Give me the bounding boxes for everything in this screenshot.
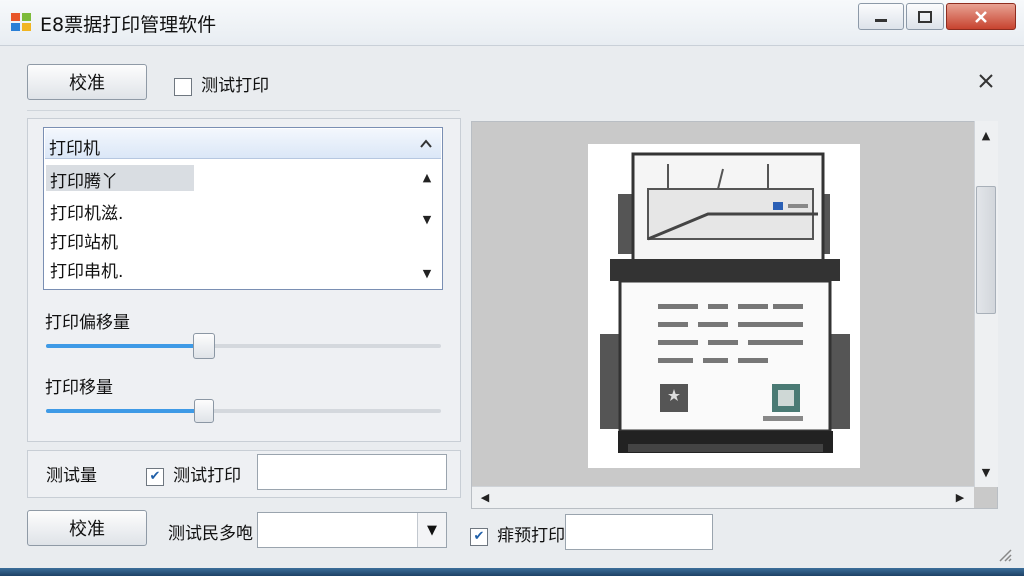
dismiss-button[interactable] [975, 70, 997, 92]
scroll-right-arrow-icon[interactable]: ▶ [951, 488, 969, 506]
maximize-icon [918, 10, 932, 23]
print-offset-label: 打印偏移量 [45, 313, 130, 333]
preview-horizontal-scrollbar[interactable] [472, 486, 974, 508]
close-window-button[interactable] [946, 3, 1016, 30]
scroll-down-arrow-icon[interactable]: ▼ [976, 463, 996, 481]
test-amount-label: 测试量 [46, 466, 97, 486]
scroll-up-arrow-icon[interactable]: ▲ [976, 126, 996, 144]
printer-list-item[interactable]: 打印机滋. [46, 197, 127, 226]
test-mode-combobox[interactable]: ▼ [257, 512, 447, 548]
calibrate-button-top[interactable]: 校准 [27, 64, 147, 100]
app-logo-icon [10, 11, 32, 33]
printer-preview-image [588, 144, 860, 468]
test-print-checkbox[interactable] [174, 77, 192, 96]
print-shift-slider-fill [46, 409, 204, 413]
printer-list-item[interactable]: 打印串机. [46, 255, 127, 284]
close-icon [979, 74, 993, 88]
vertical-scroll-thumb[interactable] [976, 186, 996, 314]
preview-print-checkbox[interactable]: ✔ [470, 527, 488, 546]
taskbar [0, 568, 1024, 576]
test-print-row-checkbox[interactable]: ✔ [146, 467, 164, 486]
test-print-row-toggle[interactable]: ✔ 测试打印 [146, 461, 241, 486]
print-offset-slider-track[interactable] [46, 344, 441, 348]
print-offset-slider-fill [46, 344, 204, 348]
minimize-button[interactable] [858, 3, 904, 30]
printer-list-header-label: 打印机 [49, 139, 100, 159]
scroll-down-arrow-icon[interactable]: ▼ [418, 264, 436, 282]
preview-print-label: 痱预打印 [497, 526, 566, 546]
test-print-label: 测试打印 [201, 76, 270, 96]
close-icon [975, 10, 987, 23]
printer-list-header[interactable]: 打印机 [45, 129, 441, 159]
scroll-up-arrow-icon[interactable]: ▲ [418, 168, 436, 186]
maximize-button[interactable] [906, 3, 944, 30]
print-shift-slider-track[interactable] [46, 409, 441, 413]
test-mode-label: 测试民多咆 [168, 524, 253, 544]
chevron-down-icon[interactable]: ▼ [417, 513, 446, 547]
printer-list-item[interactable]: 打印站机 [46, 226, 122, 255]
test-print-row-label: 测试打印 [173, 466, 242, 486]
divider [27, 110, 460, 111]
calibrate-button-bottom[interactable]: 校准 [27, 510, 147, 546]
minimize-icon [875, 18, 887, 22]
resize-grip-icon[interactable] [996, 546, 1012, 562]
window-title: E8票据打印管理软件 [40, 14, 217, 36]
scroll-down-arrow-icon[interactable]: ▼ [418, 210, 436, 228]
test-print-toggle[interactable]: 测试打印 [174, 71, 269, 96]
printer-list-item[interactable]: 打印腾丫 [46, 165, 194, 192]
print-shift-slider-thumb[interactable] [194, 399, 214, 423]
test-value-input[interactable] [257, 454, 447, 490]
chevron-up-icon[interactable] [419, 137, 433, 151]
print-offset-slider-thumb[interactable] [193, 333, 215, 359]
preview-print-toggle[interactable]: ✔ 痱预打印 [470, 521, 565, 546]
preview-print-input[interactable] [565, 514, 713, 550]
print-shift-label: 打印移量 [45, 378, 113, 398]
scroll-left-arrow-icon[interactable]: ◀ [476, 488, 494, 506]
